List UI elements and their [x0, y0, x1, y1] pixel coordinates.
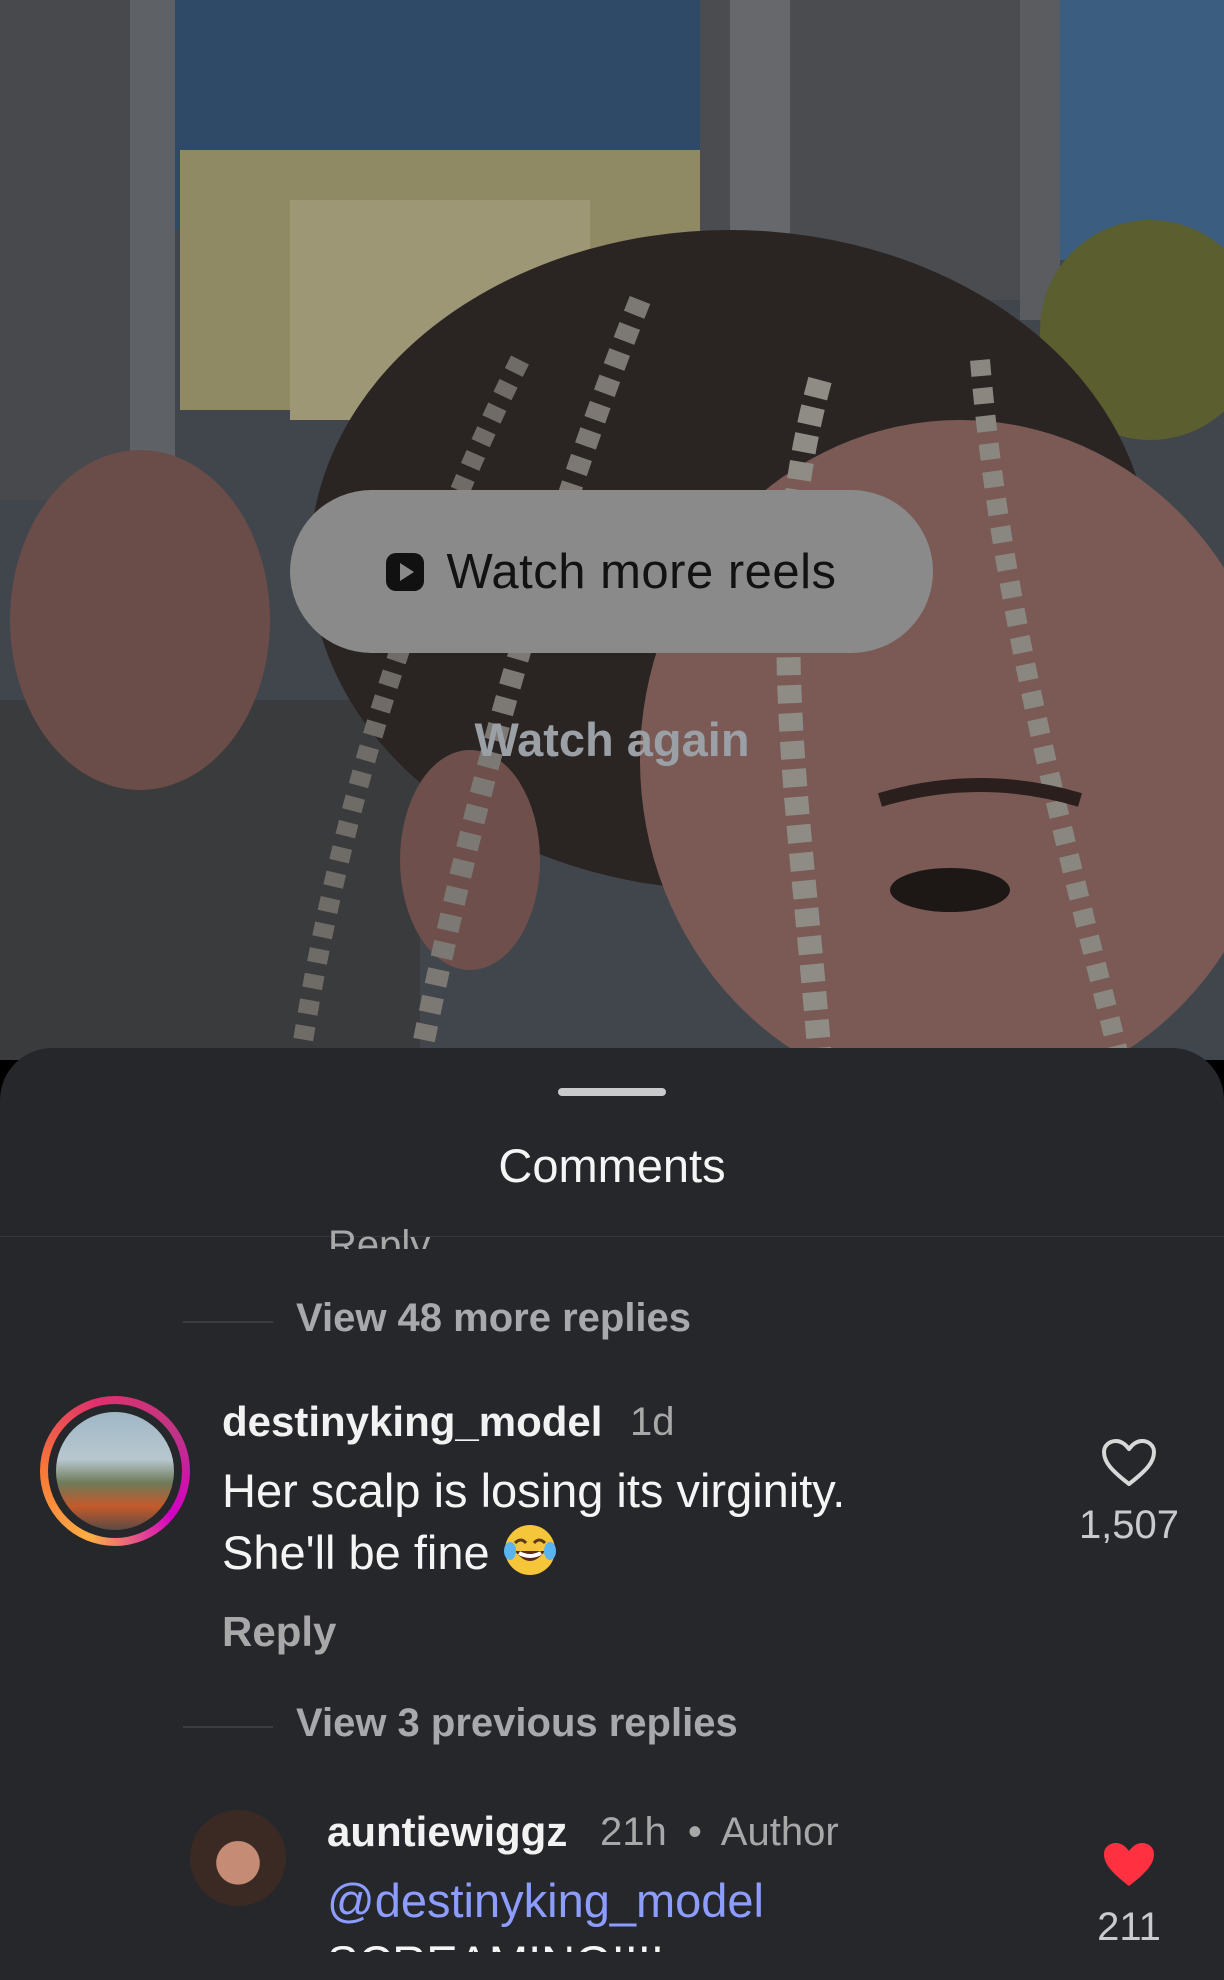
comment-timestamp: 1d	[630, 1400, 675, 1444]
reply-timestamp: 21h	[600, 1810, 667, 1854]
reply-text-cut: SCREAMING!!!!	[327, 1932, 664, 1952]
reels-play-icon	[386, 552, 425, 591]
sheet-drag-handle[interactable]	[558, 1088, 666, 1096]
comment-like: 1,507	[1069, 1438, 1189, 1548]
comment-reply-button[interactable]: Reply	[222, 1608, 336, 1656]
comment-text-line2: She'll be fine	[222, 1526, 490, 1579]
reel-video[interactable]: Watch more reels Watch again	[0, 0, 1224, 1060]
laughing-tears-emoji-icon	[503, 1525, 556, 1575]
comment-text-line1: Her scalp is losing its virginity.	[222, 1464, 846, 1517]
comment-like-count: 1,507	[1078, 1503, 1180, 1547]
comments-sheet: Comments Reply View 48 more replies dest…	[0, 1048, 1224, 1980]
comment-username[interactable]: destinyking_model	[222, 1398, 602, 1446]
truncated-reply-link[interactable]: Reply	[328, 1223, 430, 1249]
reply-like: 211	[1069, 1840, 1189, 1950]
view-previous-replies-button[interactable]: View 3 previous replies	[296, 1701, 738, 1746]
header-divider	[0, 1236, 1224, 1237]
avatar-photo	[56, 1412, 174, 1530]
comment-text-line2-wrap: She'll be fine	[222, 1522, 557, 1584]
replies-connector-line-2	[183, 1726, 273, 1728]
reply-mention-link[interactable]: @destinyking_model	[327, 1870, 764, 1932]
view-more-replies-button[interactable]: View 48 more replies	[296, 1296, 691, 1341]
heart-outline-icon[interactable]	[1101, 1438, 1157, 1488]
heart-filled-icon[interactable]	[1101, 1840, 1157, 1890]
meta-separator: •	[687, 1810, 702, 1854]
reply-meta: 21h • Author	[600, 1810, 839, 1855]
author-badge: Author	[720, 1810, 839, 1854]
watch-again-button[interactable]: Watch again	[0, 712, 1224, 767]
reply-author-avatar[interactable]	[190, 1810, 286, 1906]
watch-more-reels-label: Watch more reels	[446, 544, 837, 599]
comments-title: Comments	[498, 1139, 726, 1192]
replies-connector-line	[183, 1321, 273, 1323]
commenter-avatar[interactable]	[40, 1396, 190, 1546]
watch-more-reels-button[interactable]: Watch more reels	[290, 490, 933, 653]
reply-username[interactable]: auntiewiggz	[327, 1808, 567, 1856]
reply-like-count: 211	[1097, 1905, 1161, 1949]
